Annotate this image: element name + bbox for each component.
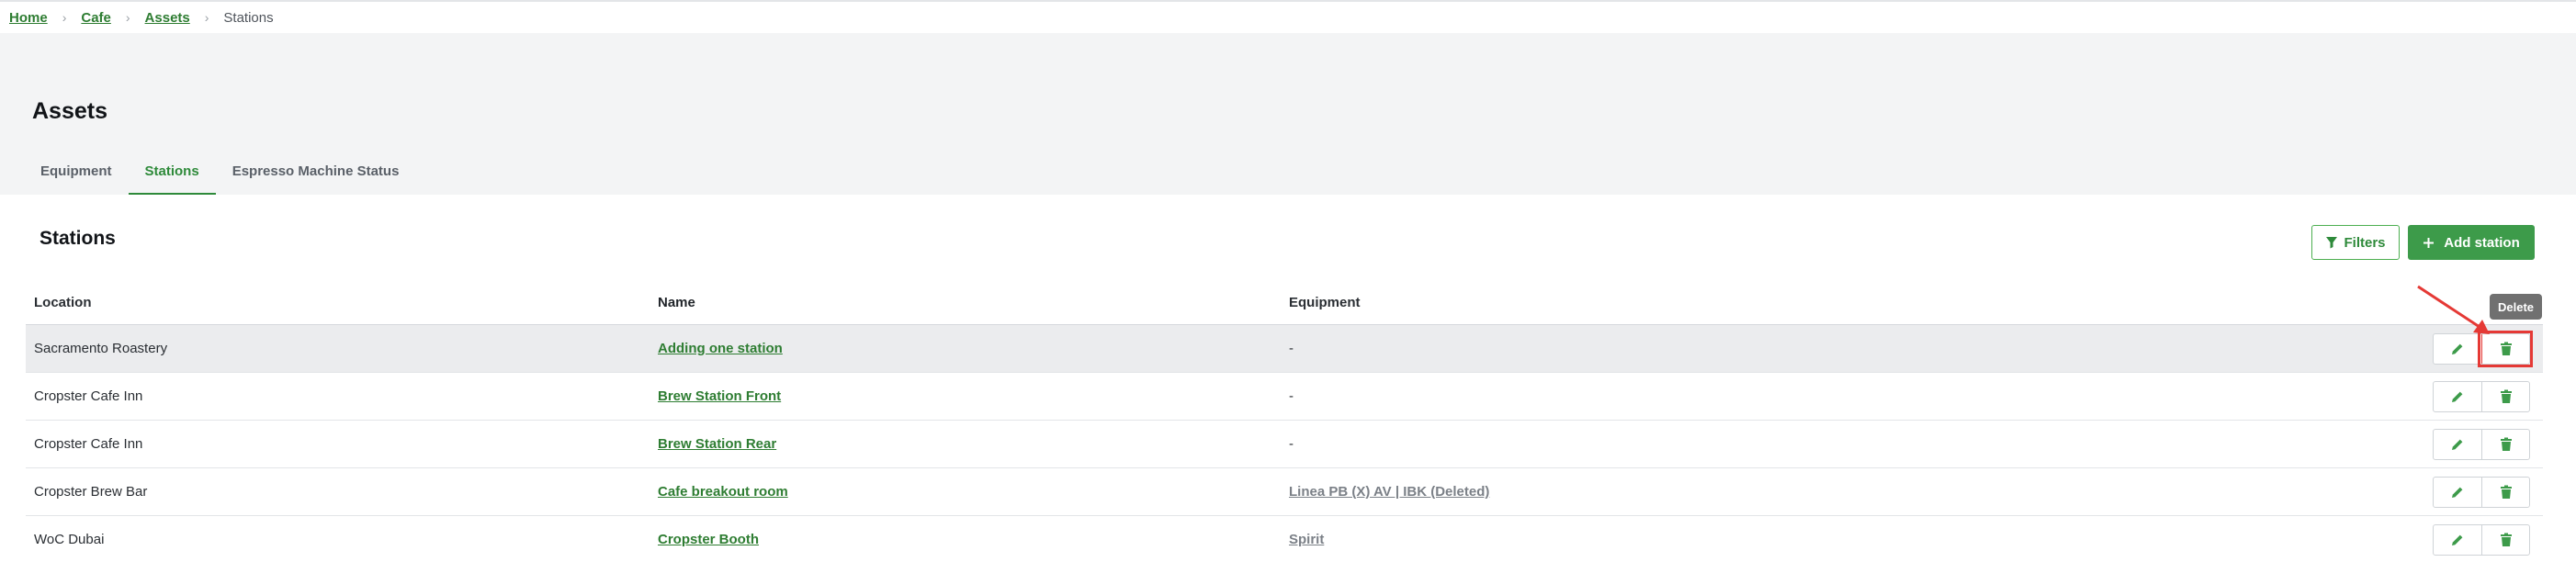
breadcrumb: Home › Cafe › Assets › Stations [0, 0, 2576, 33]
pencil-icon [2452, 391, 2463, 402]
cell-location: Cropster Brew Bar [34, 484, 148, 500]
trash-icon [2500, 485, 2512, 499]
station-link[interactable]: Brew Station Rear [658, 436, 776, 452]
table-row: WoC Dubai Cropster Booth Spirit [26, 516, 2543, 562]
page-header: Assets Equipment Stations Espresso Machi… [0, 33, 2576, 195]
cell-location: WoC Dubai [34, 532, 105, 547]
breadcrumb-current: Stations [223, 9, 274, 26]
equipment-link[interactable]: Spirit [1289, 532, 1324, 547]
cell-equipment: - [1289, 388, 1294, 404]
tab-bar: Equipment Stations Espresso Machine Stat… [24, 150, 415, 195]
station-link[interactable]: Cafe breakout room [658, 484, 788, 500]
row-actions [2433, 523, 2530, 556]
add-station-button[interactable]: Add station [2408, 225, 2535, 260]
tab-espresso-machine-status[interactable]: Espresso Machine Status [216, 150, 416, 195]
table-header: Location Name Equipment [26, 281, 2543, 325]
cell-location: Sacramento Roastery [34, 341, 168, 356]
delete-button[interactable] [2481, 381, 2529, 411]
section-title: Stations [40, 228, 116, 249]
filters-label: Filters [2344, 234, 2386, 251]
cell-location: Cropster Cafe Inn [34, 436, 143, 452]
column-header-location[interactable]: Location [26, 295, 658, 310]
delete-button[interactable] [2481, 429, 2529, 459]
trash-icon [2500, 437, 2512, 451]
row-actions [2433, 476, 2530, 508]
breadcrumb-assets[interactable]: Assets [145, 10, 190, 26]
table-row: Cropster Cafe Inn Brew Station Front - [26, 373, 2543, 421]
add-station-label: Add station [2444, 234, 2520, 251]
annotation-arrow-icon [2417, 285, 2490, 334]
column-header-equipment[interactable]: Equipment [1289, 295, 2433, 310]
column-header-name[interactable]: Name [658, 295, 1289, 310]
delete-button[interactable] [2481, 477, 2529, 507]
stations-table: Location Name Equipment Sacramento Roast… [26, 281, 2543, 562]
cell-location: Cropster Cafe Inn [34, 388, 143, 404]
trash-icon [2500, 533, 2512, 546]
edit-button[interactable] [2434, 478, 2481, 507]
filters-button[interactable]: Filters [2311, 225, 2400, 260]
row-actions [2433, 380, 2530, 412]
cell-equipment: - [1289, 436, 1294, 452]
breadcrumb-separator: › [62, 10, 67, 25]
pencil-icon [2452, 487, 2463, 498]
tab-equipment[interactable]: Equipment [24, 150, 129, 195]
plus-icon [2423, 237, 2435, 248]
page-title: Assets [32, 98, 107, 124]
edit-button[interactable] [2434, 382, 2481, 411]
breadcrumb-home[interactable]: Home [9, 10, 48, 26]
breadcrumb-cafe[interactable]: Cafe [81, 10, 111, 26]
pencil-icon [2452, 439, 2463, 450]
edit-button[interactable] [2434, 525, 2481, 555]
tab-stations[interactable]: Stations [128, 150, 216, 195]
station-link[interactable]: Adding one station [658, 341, 783, 356]
pencil-icon [2452, 534, 2463, 545]
station-link[interactable]: Brew Station Front [658, 388, 781, 404]
trash-icon [2500, 389, 2512, 403]
delete-button[interactable] [2481, 524, 2529, 555]
table-row: Cropster Brew Bar Cafe breakout room Lin… [26, 468, 2543, 516]
station-link[interactable]: Cropster Booth [658, 532, 759, 547]
funnel-icon [2326, 237, 2338, 249]
row-actions [2433, 428, 2530, 460]
table-row: Sacramento Roastery Adding one station - [26, 325, 2543, 373]
cell-equipment: - [1289, 341, 1294, 356]
breadcrumb-separator: › [204, 10, 209, 25]
edit-button[interactable] [2434, 430, 2481, 459]
equipment-link[interactable]: Linea PB (X) AV | IBK (Deleted) [1289, 484, 1489, 500]
breadcrumb-separator: › [125, 10, 130, 25]
table-row: Cropster Cafe Inn Brew Station Rear - [26, 421, 2543, 468]
